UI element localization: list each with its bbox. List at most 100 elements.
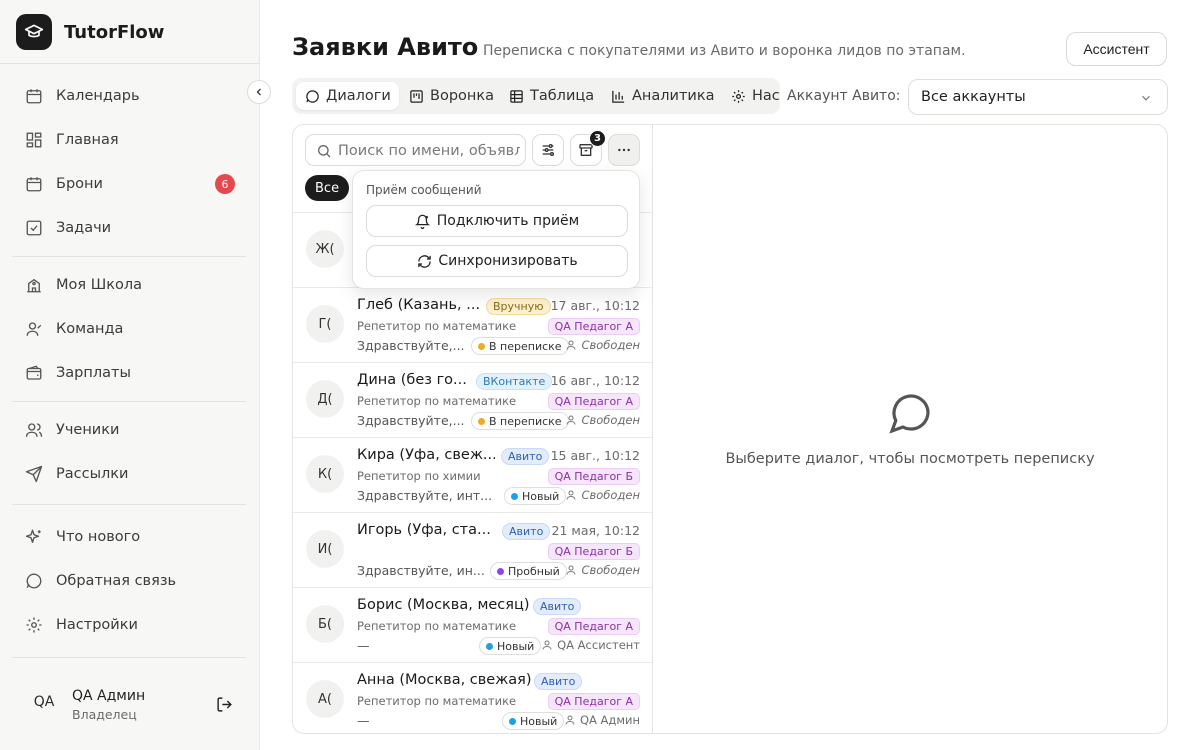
button-label: Подключить приём — [436, 213, 580, 229]
teacher-badge: QA Педагог А — [547, 693, 640, 710]
owner: Свободен — [565, 338, 640, 352]
sidebar-item-team[interactable]: Команда — [24, 317, 246, 341]
status-label: Новый — [522, 489, 560, 503]
sidebar-item-label: Настройки — [56, 617, 138, 633]
collapse-sidebar-button[interactable] — [247, 80, 271, 104]
status-badge: В переписке — [471, 337, 569, 355]
avatar: К( — [306, 455, 344, 493]
source-badge: Авито — [534, 673, 583, 690]
status-label: Пробный — [508, 564, 560, 578]
tab-dialogs[interactable]: Диалоги — [296, 82, 399, 110]
list-item[interactable]: Г( Глеб (Казань, ... Вручную 17 авг., 10… — [293, 287, 652, 362]
teacher-badge: QA Педагог Б — [547, 468, 640, 485]
status-label: Новый — [520, 714, 558, 728]
lead-name: Кира (Уфа, свеж... — [357, 447, 495, 463]
view-tabs: Диалоги Воронка Таблица Аналитика Нас — [292, 78, 780, 114]
sidebar-item-school[interactable]: Моя Школа — [24, 273, 246, 297]
user-icon — [24, 319, 44, 339]
search-input[interactable] — [338, 140, 520, 162]
user-icon — [566, 490, 576, 500]
search-box — [305, 134, 526, 166]
user-profile[interactable]: QA QA Админ Владелец — [24, 686, 246, 726]
list-item[interactable]: Д( Дина (без го... ВКонтакте 16 авг., 10… — [293, 362, 652, 437]
archive-count-badge: 3 — [589, 130, 606, 147]
sidebar-item-label: Ученики — [56, 422, 120, 438]
message-circle-icon — [24, 571, 44, 591]
list-item[interactable]: И( Игорь (Уфа, ста... Авито 21 мая, 10:1… — [293, 512, 652, 587]
avatar: QA — [33, 694, 55, 710]
status-dot — [478, 417, 485, 425]
filter-chip-all[interactable]: Все — [305, 175, 350, 201]
avatar: А( — [306, 680, 344, 718]
last-message: Здравствуйте, ин... — [357, 563, 485, 578]
tab-settings[interactable]: Нас — [730, 82, 780, 110]
owner-label: QA Ассистент — [557, 638, 640, 652]
list-item[interactable]: А( Анна (Москва, свежая) Авито Репетитор… — [293, 662, 652, 733]
ad-subject: Репетитор по математике — [357, 694, 517, 708]
status-label: В переписке — [489, 339, 562, 353]
teacher-badge: QA Педагог А — [547, 618, 640, 635]
tab-funnel[interactable]: Воронка — [408, 82, 494, 110]
ad-subject: Репетитор по математике — [357, 394, 517, 408]
empty-state: Выберите диалог, чтобы посмотреть перепи… — [653, 125, 1167, 733]
dashboard-icon — [24, 130, 44, 150]
status-label: В переписке — [489, 414, 562, 428]
sidebar-item-label: Обратная связь — [56, 573, 177, 589]
divider — [12, 504, 246, 505]
owner-label: QA Админ — [579, 713, 640, 727]
owner-label: Свободен — [581, 563, 640, 577]
list-item[interactable]: К( Кира (Уфа, свеж... Авито 15 авг., 10:… — [293, 437, 652, 512]
table-icon — [508, 88, 524, 104]
source-badge: ВКонтакте — [476, 373, 553, 390]
user-role: Владелец — [72, 707, 137, 722]
tab-label: Аналитика — [632, 88, 715, 104]
last-message: Здравствуйте, инт... — [357, 488, 493, 503]
logout-icon[interactable] — [214, 694, 234, 714]
list-item[interactable]: Б( Борис (Москва, месяц) Авито Репетитор… — [293, 587, 652, 662]
graduation-cap-icon — [16, 14, 52, 50]
sidebar-item-feedback[interactable]: Обратная связь — [24, 569, 246, 593]
tab-analytics[interactable]: Аналитика — [610, 82, 715, 110]
account-select[interactable]: Все аккаунты — [908, 79, 1168, 115]
sidebar-item-calendar[interactable]: Календарь — [24, 84, 246, 108]
user-name: QA Админ — [72, 688, 146, 704]
sidebar-item-home[interactable]: Главная — [24, 128, 246, 152]
avatar: И( — [306, 530, 344, 568]
tab-label: Воронка — [430, 88, 495, 104]
chevron-down-icon — [1142, 95, 1150, 101]
filter-settings-button[interactable] — [532, 134, 564, 166]
page-title: Заявки Авито — [292, 33, 479, 61]
status-badge: В переписке — [471, 412, 569, 430]
lead-name: Игорь (Уфа, ста... — [357, 522, 491, 538]
status-dot — [478, 342, 485, 350]
connect-intake-button[interactable]: Подключить приём — [366, 205, 628, 237]
sidebar-item-bookings[interactable]: Брони 6 — [24, 172, 246, 196]
status-dot — [486, 642, 493, 650]
sidebar-item-whats-new[interactable]: Что нового — [24, 525, 246, 549]
sync-button[interactable]: Синхронизировать — [366, 245, 628, 277]
timestamp: 17 авг., 10:12 — [550, 298, 640, 313]
ad-subject: Репетитор по химии — [357, 469, 481, 483]
tab-table[interactable]: Таблица — [508, 82, 594, 110]
sidebar-item-tasks[interactable]: Задачи — [24, 216, 246, 240]
sidebar-item-settings[interactable]: Настройки — [24, 613, 246, 637]
tab-label: Диалоги — [326, 88, 391, 104]
avatar: Б( — [306, 605, 344, 643]
user-icon — [565, 715, 575, 725]
wallet-icon — [24, 363, 44, 383]
status-badge: Новый — [502, 712, 565, 730]
page-subtitle: Переписка с покупателями из Авито и воро… — [483, 43, 966, 59]
brand[interactable]: TutorFlow — [16, 14, 164, 50]
sidebar-item-salaries[interactable]: Зарплаты — [24, 361, 246, 385]
sidebar: TutorFlow Календарь Главная Брони 6 Зада… — [0, 0, 260, 750]
sidebar-item-students[interactable]: Ученики — [24, 418, 246, 442]
timestamp: 21 мая, 10:12 — [551, 523, 640, 538]
sidebar-item-mailings[interactable]: Рассылки — [24, 462, 246, 486]
menu-title: Приём сообщений — [366, 183, 482, 197]
divider — [12, 401, 246, 402]
sidebar-item-label: Что нового — [56, 529, 141, 545]
refresh-icon — [416, 253, 432, 269]
assistant-button[interactable]: Ассистент — [1066, 32, 1167, 66]
more-actions-button[interactable] — [608, 134, 640, 166]
sidebar-item-label: Брони — [56, 176, 103, 192]
